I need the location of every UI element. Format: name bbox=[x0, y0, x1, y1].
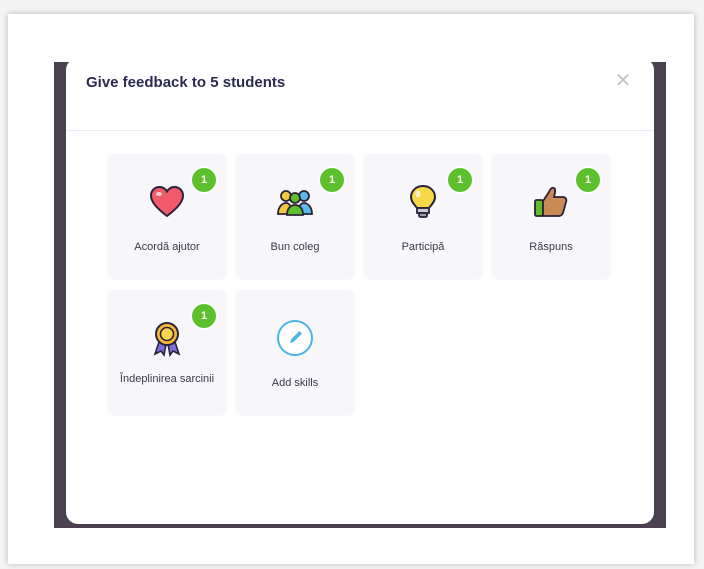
skill-label: Acordă ajutor bbox=[134, 241, 200, 253]
modal-header: Give feedback to 5 students ✕ bbox=[66, 58, 654, 131]
close-icon: ✕ bbox=[614, 70, 632, 92]
skill-label: Bun coleg bbox=[270, 241, 320, 253]
close-button[interactable]: ✕ bbox=[612, 70, 634, 92]
heart-icon bbox=[147, 182, 187, 222]
modal-title: Give feedback to 5 students bbox=[86, 74, 286, 91]
medal-icon bbox=[147, 318, 187, 358]
add-skills-button[interactable]: Add skills bbox=[236, 290, 354, 414]
count-badge: 1 bbox=[318, 166, 346, 194]
skill-label: Îndeplinirea sarcinii bbox=[119, 373, 215, 385]
skill-card-indeplinirea-sarcinii[interactable]: 1 Îndeplinirea sarcinii bbox=[108, 290, 226, 414]
count-badge: 1 bbox=[446, 166, 474, 194]
teamwork-icon bbox=[275, 182, 315, 222]
lightbulb-icon bbox=[403, 182, 443, 222]
count-badge: 1 bbox=[574, 166, 602, 194]
feedback-modal: Give feedback to 5 students ✕ 1 Acordă a… bbox=[66, 58, 654, 524]
count-badge: 1 bbox=[190, 302, 218, 330]
skill-card-participa[interactable]: 1 Participă bbox=[364, 154, 482, 278]
skill-label: Răspuns bbox=[529, 241, 573, 253]
skill-card-raspuns[interactable]: 1 Răspuns bbox=[492, 154, 610, 278]
thumbs-up-icon bbox=[531, 182, 571, 222]
skill-card-acorda-ajutor[interactable]: 1 Acordă ajutor bbox=[108, 154, 226, 278]
pencil-icon bbox=[275, 318, 315, 358]
skill-card-bun-coleg[interactable]: 1 Bun coleg bbox=[236, 154, 354, 278]
count-badge: 1 bbox=[190, 166, 218, 194]
add-skills-label: Add skills bbox=[271, 377, 319, 389]
skill-label: Participă bbox=[401, 241, 445, 253]
